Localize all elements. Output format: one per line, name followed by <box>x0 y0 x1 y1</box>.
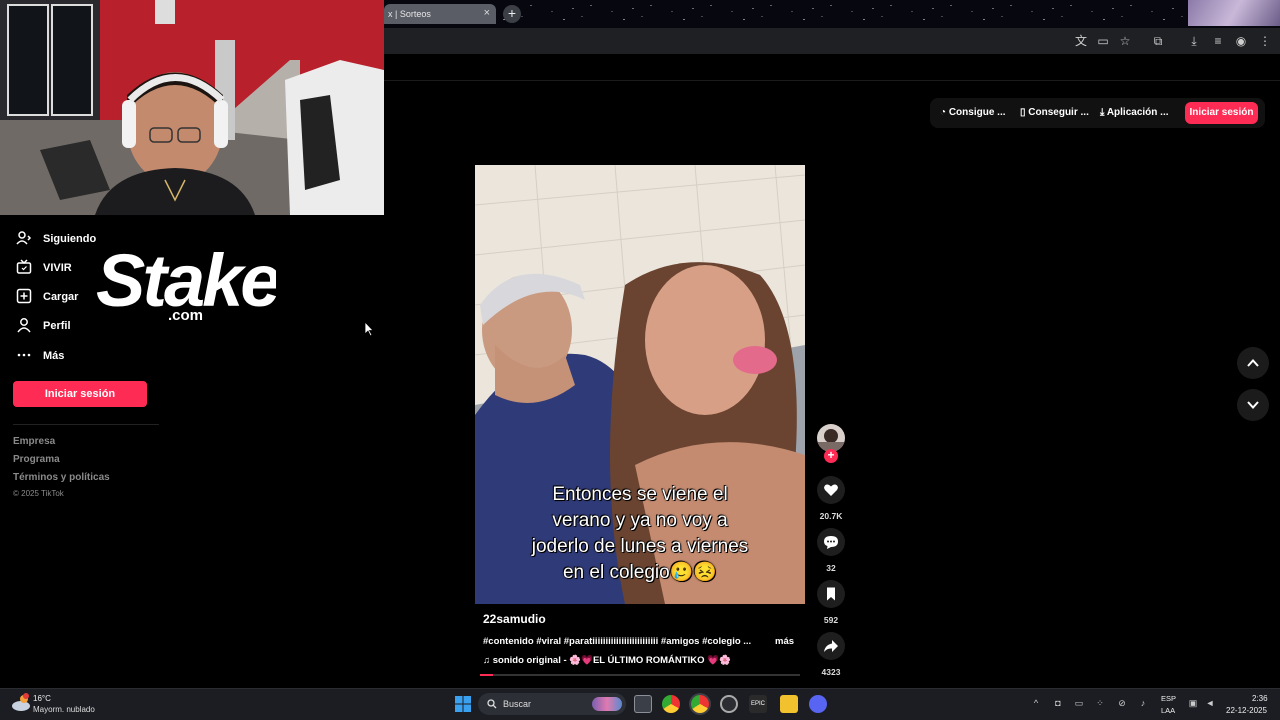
footer-link-program[interactable]: Programa <box>13 454 60 465</box>
download-app-button[interactable]: ⤓ Aplicación ... <box>1100 107 1169 118</box>
display-icon[interactable]: ▣ <box>1187 698 1199 709</box>
previous-video-button[interactable] <box>1237 347 1269 379</box>
next-video-button[interactable] <box>1237 389 1269 421</box>
bookmark-star-icon[interactable]: ☆ <box>1118 34 1132 48</box>
sidebar-signin-button[interactable]: Iniciar sesión <box>13 381 147 407</box>
video-progress-bar[interactable] <box>480 674 800 676</box>
browser-menu-icon[interactable]: ⋮ <box>1258 34 1272 48</box>
caption-line: verano y ya no voy a <box>552 510 728 531</box>
heart-icon <box>824 484 838 496</box>
footer-link-company[interactable]: Empresa <box>13 436 55 447</box>
svg-text:.com: .com <box>168 307 203 324</box>
following-icon <box>16 231 32 245</box>
share-count: 4323 <box>821 667 841 677</box>
cast-icon[interactable]: ▭ <box>1096 34 1110 48</box>
tray-app-icon[interactable]: ▭ <box>1073 698 1085 709</box>
sidebar-item-label: VIVIR <box>43 262 72 274</box>
get-app-button[interactable]: ▯ Conseguir ... <box>1020 107 1089 118</box>
address-bar[interactable] <box>384 28 1280 54</box>
close-tab-icon[interactable]: × <box>484 7 490 19</box>
file-explorer-icon[interactable] <box>780 695 798 713</box>
language-indicator[interactable]: ESP <box>1161 694 1176 703</box>
microphone-icon[interactable]: ♪ <box>1137 698 1149 708</box>
comment-icon <box>824 536 838 549</box>
save-count: 592 <box>823 615 839 625</box>
tray-overflow-icon[interactable]: ^ <box>1030 698 1042 708</box>
get-coins-button[interactable]: ◔ Consigue ... <box>940 107 1006 118</box>
profile-icon <box>17 318 31 333</box>
translate-icon[interactable]: 文 <box>1074 34 1088 48</box>
obs-icon[interactable] <box>720 695 738 713</box>
caption-line: Entonces se viene el <box>552 484 728 505</box>
share-icon <box>824 640 838 652</box>
follow-plus-icon[interactable]: + <box>824 449 838 463</box>
window-corner-thumbnail <box>1188 0 1280 26</box>
sidebar-item-label: Más <box>43 350 65 362</box>
sidebar-item-label: Siguiendo <box>43 233 97 245</box>
video-progress-fill <box>480 674 493 676</box>
discord-icon[interactable] <box>809 695 827 713</box>
comment-count: 32 <box>826 563 836 573</box>
network-icon[interactable]: ⊘ <box>1116 698 1128 709</box>
windows-start-icon[interactable] <box>455 696 471 712</box>
extensions-icon[interactable]: ⧉ <box>1151 34 1165 48</box>
share-button[interactable] <box>817 632 845 660</box>
tray-grid-icon[interactable]: ⁘ <box>1094 698 1106 709</box>
webcam-overlay <box>0 0 384 215</box>
search-highlight-icon <box>592 697 622 711</box>
chrome-icon[interactable] <box>662 695 680 713</box>
reading-list-icon[interactable]: ≡ <box>1211 34 1225 48</box>
video-caption: Entonces se viene el verano y ya no voy … <box>490 482 790 586</box>
description-more-link[interactable]: más <box>775 636 794 647</box>
epic-games-icon[interactable]: EPIC <box>749 695 767 713</box>
header-signin-button[interactable]: Iniciar sesión <box>1185 102 1258 124</box>
tab-title: x | Sorteos <box>388 9 431 19</box>
sidebar-divider <box>13 424 159 425</box>
chevron-down-icon <box>1247 401 1259 409</box>
video-sound-link[interactable]: ♫ sonido original - 🌸💗EL ÚLTIMO ROMÁNTIK… <box>483 655 731 666</box>
new-tab-button[interactable]: + <box>503 5 521 23</box>
sidebar-item-label: Perfil <box>43 320 71 332</box>
caption-line: en el colegio🥲😣 <box>562 562 717 583</box>
weather-temperature: 16°C <box>33 694 51 703</box>
task-view-icon[interactable] <box>634 695 652 713</box>
stake-logo: Stake .com <box>96 228 283 324</box>
video-author-username[interactable]: 22samudio <box>483 612 546 626</box>
browser-tab[interactable]: x | Sorteos × <box>384 4 496 24</box>
like-button[interactable] <box>817 476 845 504</box>
footer-link-terms[interactable]: Términos y políticas <box>13 472 110 483</box>
live-icon <box>16 259 32 274</box>
video-description: #contenido #viral #paratiiiiiiiiiiiiiiii… <box>483 636 752 647</box>
chrome-active-icon[interactable] <box>691 695 709 713</box>
search-icon <box>487 699 497 709</box>
upload-icon <box>16 288 32 304</box>
clock-date[interactable]: 22-12-2025 <box>1226 706 1267 715</box>
like-count: 20.7K <box>819 511 843 521</box>
profile-avatar-icon[interactable]: ◉ <box>1234 34 1248 48</box>
bookmark-icon <box>827 587 835 601</box>
caption-line: joderlo de lunes a viernes <box>531 536 749 557</box>
weather-description: Mayorm. nublado <box>33 705 95 714</box>
download-icon[interactable]: ⤓ <box>1187 34 1201 48</box>
taskbar-search-label: Buscar <box>503 699 532 709</box>
header-divider <box>384 80 1280 81</box>
weather-cloud-icon[interactable] <box>10 693 32 713</box>
clock-time[interactable]: 2:36 <box>1252 694 1268 703</box>
discord-tray-icon[interactable]: ◘ <box>1052 698 1064 708</box>
sidebar-item-label: Cargar <box>43 291 79 303</box>
volume-icon[interactable]: ◄ <box>1204 698 1216 708</box>
comment-button[interactable] <box>817 528 845 556</box>
more-dots-icon <box>17 353 31 357</box>
copyright-text: © 2025 TikTok <box>13 489 64 498</box>
mouse-cursor-icon <box>364 321 374 337</box>
save-button[interactable] <box>817 580 845 608</box>
keyboard-layout[interactable]: LAA <box>1161 706 1175 715</box>
chevron-up-icon <box>1247 359 1259 367</box>
